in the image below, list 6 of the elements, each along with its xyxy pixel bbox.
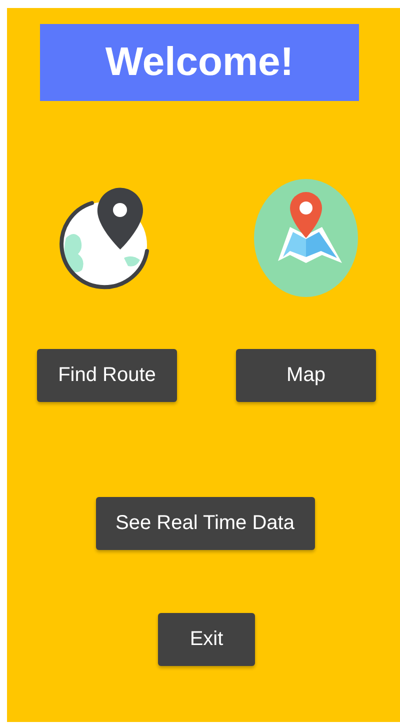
welcome-title: Welcome! (40, 24, 359, 101)
menu-button[interactable]: Map (236, 349, 376, 402)
menu-button[interactable]: Exit (158, 613, 255, 666)
menu-button[interactable]: See Real Time Data (96, 497, 314, 550)
menu-button[interactable]: Find Route (37, 349, 177, 402)
map-pin-icon (254, 179, 358, 297)
